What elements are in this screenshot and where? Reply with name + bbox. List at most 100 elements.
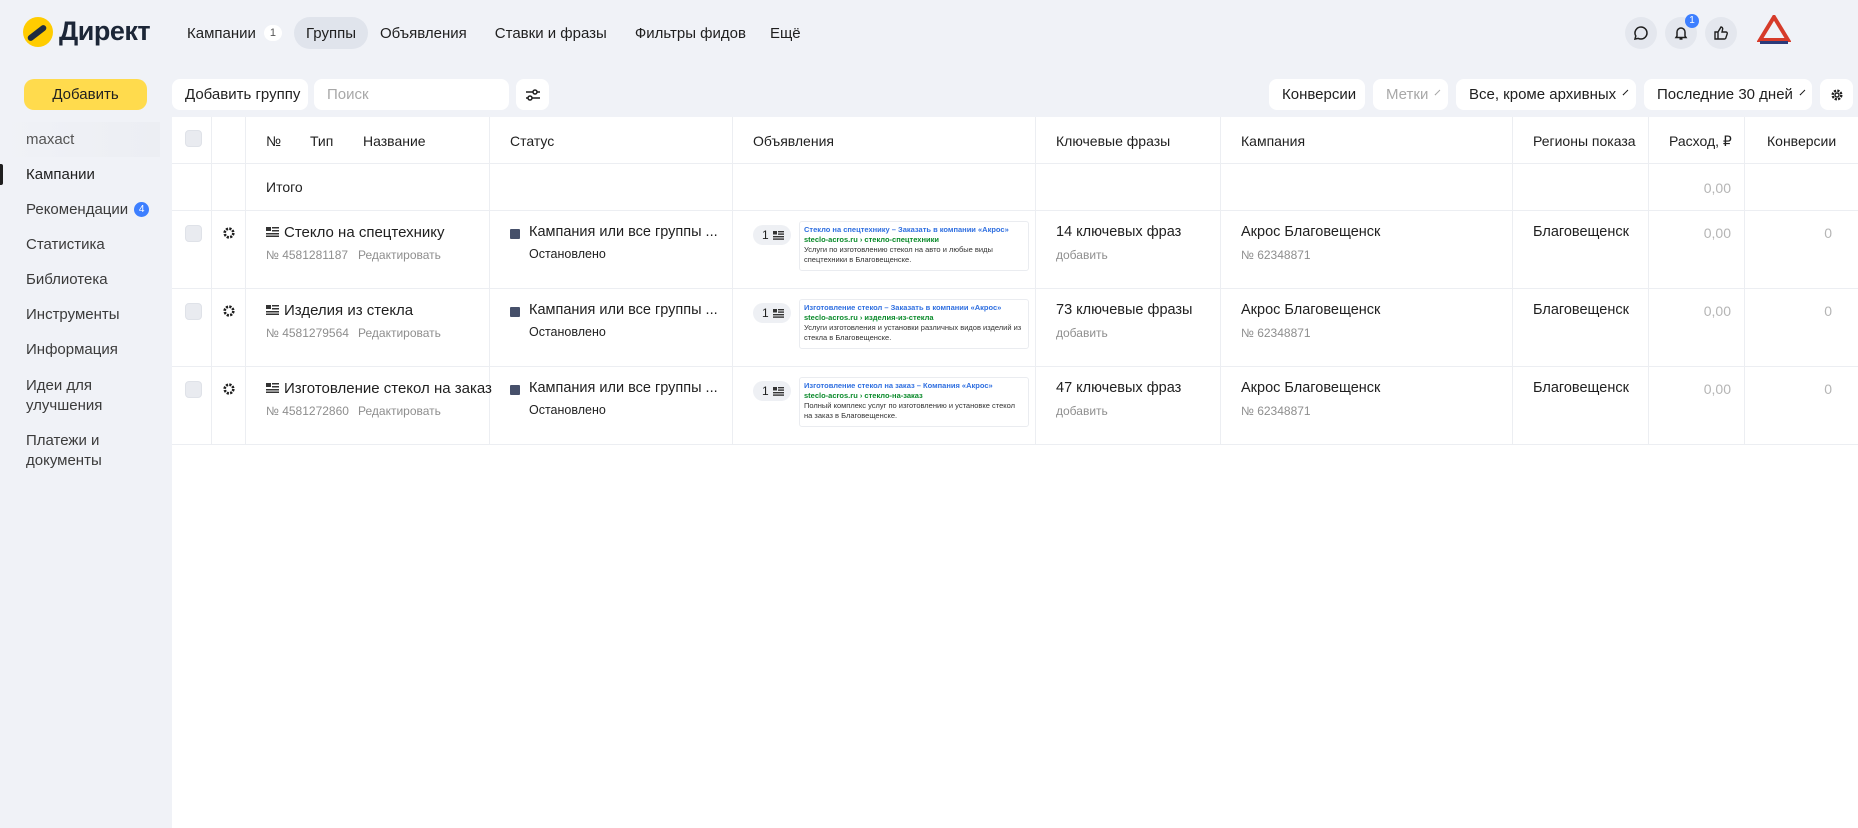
sidebar-item-payments[interactable]: Платежи и документы — [0, 422, 110, 477]
status-sub: Остановлено — [529, 325, 606, 339]
ads-count-pill[interactable]: 1 — [753, 381, 791, 401]
group-type-icon — [266, 226, 279, 237]
ad-text: Услуги по изготовлению стекол на авто и … — [804, 245, 993, 264]
sidebar-item-statistics[interactable]: Статистика — [0, 227, 160, 262]
conversions-value: 0 — [1824, 225, 1832, 241]
conversions-button[interactable]: Конверсии — [1269, 79, 1365, 110]
keywords-count[interactable]: 14 ключевых фраз — [1056, 224, 1181, 240]
select-all-checkbox[interactable] — [185, 130, 202, 147]
conversions-value: 0 — [1824, 303, 1832, 319]
tags-dropdown[interactable]: Метки — [1373, 79, 1448, 110]
total-spend: 0,00 — [1703, 180, 1731, 196]
add-button[interactable]: Добавить — [24, 79, 147, 110]
nav-ads[interactable]: Объявления — [368, 17, 479, 49]
spend-value: 0,00 — [1703, 303, 1731, 319]
keywords-count[interactable]: 73 ключевые фразы — [1056, 302, 1192, 318]
col-campaign[interactable]: Кампания — [1241, 133, 1305, 149]
sidebar-item-tools[interactable]: Инструменты — [0, 297, 160, 332]
gear-icon[interactable] — [221, 303, 237, 319]
col-regions[interactable]: Регионы показа — [1533, 133, 1636, 149]
sidebar-item-account[interactable]: maxact — [0, 122, 160, 157]
col-name[interactable]: Название — [363, 133, 426, 149]
ad-text: Услуги изготовления и установки различны… — [804, 323, 1022, 342]
direct-logo[interactable]: Директ — [23, 16, 151, 47]
logo-text: Директ — [59, 16, 151, 46]
region: Благовещенск — [1533, 380, 1629, 396]
col-keywords[interactable]: Ключевые фразы — [1056, 133, 1170, 149]
add-group-button[interactable]: Добавить группу — [172, 79, 308, 110]
edit-link[interactable]: Редактировать — [358, 404, 441, 418]
filter-settings-button[interactable] — [516, 79, 549, 110]
keywords-count[interactable]: 47 ключевых фраз — [1056, 380, 1181, 396]
group-name[interactable]: Стекло на спецтехнику — [266, 224, 445, 241]
top-nav: Кампании 1 Группы Объявления Ставки и фр… — [175, 17, 813, 49]
ad-title: Изготовление стекол на заказ – Компания … — [804, 381, 993, 390]
nav-feed-filters[interactable]: Фильтры фидов — [623, 17, 758, 49]
groups-table: № Тип Название Статус Объявления Ключевы… — [172, 117, 1858, 828]
chevron-down-icon — [1799, 89, 1806, 96]
gear-icon[interactable] — [221, 225, 237, 241]
edit-link[interactable]: Редактировать — [358, 326, 441, 340]
keywords-add-link[interactable]: добавить — [1056, 326, 1108, 340]
archive-filter-dropdown[interactable]: Все, кроме архивных — [1456, 79, 1636, 110]
col-status[interactable]: Статус — [510, 133, 554, 149]
ads-count-pill[interactable]: 1 — [753, 303, 791, 323]
stopped-status-icon — [510, 307, 520, 317]
search-input[interactable]: Поиск — [314, 79, 509, 110]
col-spend[interactable]: Расход, ₽ — [1669, 133, 1732, 150]
ad-url: steclo-acros.ru › изделия-из-стекла — [804, 313, 934, 322]
sidebar-item-ideas[interactable]: Идеи для улучшения — [0, 367, 110, 422]
period-label: Последние 30 дней — [1657, 86, 1793, 103]
row-checkbox[interactable] — [185, 381, 202, 398]
top-header: Директ Кампании 1 Группы Объявления Став… — [0, 0, 1858, 66]
keywords-add-link[interactable]: добавить — [1056, 248, 1108, 262]
region: Благовещенск — [1533, 302, 1629, 318]
row-checkbox[interactable] — [185, 303, 202, 320]
user-brand-logo-icon[interactable] — [1757, 15, 1791, 45]
group-name[interactable]: Изготовление стекол на заказ — [266, 380, 492, 397]
sidebar-item-recommendations[interactable]: Рекомендации 4 — [0, 192, 160, 227]
nav-campaigns[interactable]: Кампании 1 — [175, 17, 294, 49]
ad-preview[interactable]: Изготовление стекол – Заказать в компани… — [799, 299, 1029, 349]
ad-text: Полный комплекс услуг по изготовлению и … — [804, 401, 1016, 420]
group-type-icon — [266, 304, 279, 315]
ad-preview[interactable]: Изготовление стекол на заказ – Компания … — [799, 377, 1029, 427]
sidebar-item-info[interactable]: Информация — [0, 332, 160, 367]
bell-icon[interactable]: 1 — [1665, 14, 1699, 49]
col-ads[interactable]: Объявления — [753, 133, 834, 149]
table-row: Стекло на спецтехнику № 4581281187 Редак… — [172, 211, 1858, 289]
table-settings-button[interactable] — [1820, 79, 1853, 110]
status-text[interactable]: Кампания или все группы ... — [529, 302, 718, 318]
col-type[interactable]: Тип — [310, 133, 333, 149]
campaign-name[interactable]: Акрос Благовещенск — [1241, 380, 1380, 396]
region: Благовещенск — [1533, 224, 1629, 240]
table-row: Изделия из стекла № 4581279564 Редактиро… — [172, 289, 1858, 367]
nav-bids-phrases[interactable]: Ставки и фразы — [483, 17, 619, 49]
keywords-add-link[interactable]: добавить — [1056, 404, 1108, 418]
group-name[interactable]: Изделия из стекла — [266, 302, 413, 319]
col-conversions[interactable]: Конверсии — [1767, 133, 1836, 149]
ad-preview[interactable]: Стекло на спецтехнику – Заказать в компа… — [799, 221, 1029, 271]
ads-count-pill[interactable]: 1 — [753, 225, 791, 245]
col-number[interactable]: № — [266, 133, 281, 149]
campaign-name[interactable]: Акрос Благовещенск — [1241, 224, 1380, 240]
ad-url: steclo-acros.ru › стекло-на-заказ — [804, 391, 923, 400]
row-checkbox[interactable] — [185, 225, 202, 242]
edit-link[interactable]: Редактировать — [358, 248, 441, 262]
group-name-text: Изготовление стекол на заказ — [284, 380, 492, 397]
status-text[interactable]: Кампания или все группы ... — [529, 380, 718, 396]
sidebar-item-library[interactable]: Библиотека — [0, 262, 160, 297]
nav-groups[interactable]: Группы — [294, 17, 369, 49]
campaign-id: № 62348871 — [1241, 404, 1311, 418]
period-dropdown[interactable]: Последние 30 дней — [1644, 79, 1812, 110]
group-id: № 4581281187 — [266, 248, 349, 262]
status-text[interactable]: Кампания или все группы ... — [529, 224, 718, 240]
ads-list-icon — [772, 386, 784, 396]
nav-more[interactable]: Ещё — [758, 17, 813, 49]
gear-icon[interactable] — [221, 381, 237, 397]
campaign-name[interactable]: Акрос Благовещенск — [1241, 302, 1380, 318]
campaign-id: № 62348871 — [1241, 248, 1311, 262]
chat-icon[interactable] — [1625, 17, 1657, 49]
sidebar-item-campaigns[interactable]: Кампании — [0, 157, 160, 192]
thumbs-up-icon[interactable] — [1705, 17, 1737, 49]
